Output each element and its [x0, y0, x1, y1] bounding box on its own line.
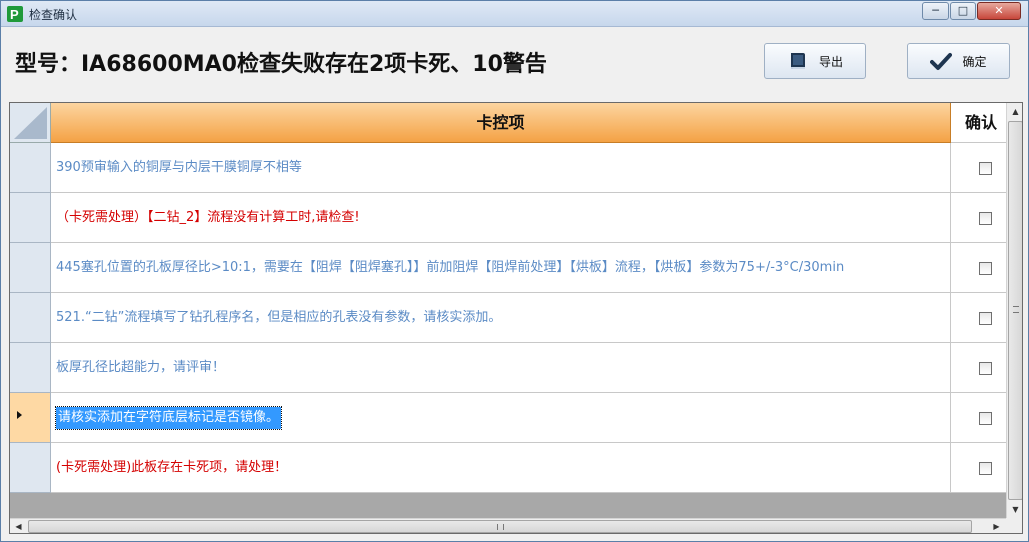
check-item-text: 请核实添加在字符底层标记是否镜像。	[54, 405, 283, 430]
scrollbar-corner	[1006, 518, 1022, 533]
confirm-cell	[951, 293, 1006, 343]
page-title: 型号：IA68600MA0检查失败存在2项卡死、10警告	[15, 52, 547, 77]
table-row[interactable]: 板厚孔径比超能力，请评审！	[10, 343, 1006, 393]
table-row[interactable]: （卡死需处理）【二钻_2】流程没有计算工时,请检查!	[10, 193, 1006, 243]
grip-icon	[1013, 306, 1019, 313]
row-header[interactable]	[10, 293, 51, 343]
check-item-cell[interactable]: 请核实添加在字符底层标记是否镜像。	[51, 393, 951, 443]
vertical-scroll-thumb[interactable]	[1008, 121, 1022, 500]
header-bar: 型号：IA68600MA0检查失败存在2项卡死、10警告 导出 确定	[2, 28, 1028, 101]
row-header[interactable]	[10, 393, 51, 443]
vertical-scrollbar[interactable]: ▲ ▼	[1006, 103, 1022, 518]
confirm-checkbox[interactable]	[979, 312, 992, 325]
table-row[interactable]: 445塞孔位置的孔板厚径比>10:1，需要在【阻焊【阻焊塞孔】】前加阻焊【阻焊前…	[10, 243, 1006, 293]
minimize-button[interactable]: ─	[922, 2, 949, 20]
column-header-item[interactable]: 卡控项	[51, 103, 951, 143]
corner-triangle-icon	[14, 107, 47, 139]
title-bar[interactable]: P 检查确认 ─ □ ✕	[1, 1, 1028, 27]
check-item-text: 390预审输入的铜厚与内层干膜铜厚不相等	[56, 159, 302, 175]
check-item-text: 板厚孔径比超能力，请评审！	[56, 359, 226, 375]
check-item-cell[interactable]: 445塞孔位置的孔板厚径比>10:1，需要在【阻焊【阻焊塞孔】】前加阻焊【阻焊前…	[51, 243, 951, 293]
table-row[interactable]: 390预审输入的铜厚与内层干膜铜厚不相等	[10, 143, 1006, 193]
row-header[interactable]	[10, 143, 51, 193]
scroll-right-icon[interactable]: ▶	[988, 519, 1005, 533]
maximize-button[interactable]: □	[950, 2, 976, 20]
current-row-arrow-icon	[17, 411, 22, 419]
confirm-button[interactable]: 确定	[907, 43, 1010, 79]
svg-text:P: P	[10, 7, 19, 22]
inspection-confirm-window: P 检查确认 ─ □ ✕ 型号：IA68600MA0检查失败存在2项卡死、10警…	[0, 0, 1029, 542]
horizontal-scrollbar[interactable]: ◀ ▶	[10, 518, 1006, 533]
row-header[interactable]	[10, 343, 51, 393]
confirm-cell	[951, 443, 1006, 493]
grip-icon	[497, 524, 504, 530]
confirm-cell	[951, 143, 1006, 193]
close-icon: ✕	[994, 4, 1004, 17]
check-item-text: （卡死需处理）【二钻_2】流程没有计算工时,请检查!	[56, 209, 360, 225]
check-item-cell[interactable]: 板厚孔径比超能力，请评审！	[51, 343, 951, 393]
row-header[interactable]	[10, 243, 51, 293]
row-header[interactable]	[10, 193, 51, 243]
confirm-checkbox[interactable]	[979, 262, 992, 275]
checkmark-icon	[930, 53, 953, 70]
scroll-up-icon[interactable]: ▲	[1008, 103, 1022, 120]
table-row[interactable]: (卡死需处理)此板存在卡死项，请处理！	[10, 443, 1006, 493]
confirm-checkbox[interactable]	[979, 212, 992, 225]
scroll-down-icon[interactable]: ▼	[1008, 501, 1022, 518]
confirm-label: 确定	[962, 54, 987, 69]
confirm-cell	[951, 343, 1006, 393]
table-row[interactable]: 请核实添加在字符底层标记是否镜像。	[10, 393, 1006, 443]
scroll-left-icon[interactable]: ◀	[10, 519, 27, 533]
horizontal-scroll-thumb[interactable]	[28, 520, 972, 533]
confirm-cell	[951, 393, 1006, 443]
confirm-cell	[951, 193, 1006, 243]
confirm-cell	[951, 243, 1006, 293]
check-item-text: 445塞孔位置的孔板厚径比>10:1，需要在【阻焊【阻焊塞孔】】前加阻焊【阻焊前…	[56, 259, 845, 275]
app-icon: P	[7, 6, 23, 22]
table-row[interactable]: 521.“二钻”流程填写了钻孔程序名，但是相应的孔表没有参数，请核实添加。	[10, 293, 1006, 343]
book-icon	[790, 53, 805, 69]
export-button[interactable]: 导出	[764, 43, 866, 79]
check-item-text: (卡死需处理)此板存在卡死项，请处理！	[56, 459, 288, 475]
check-items-grid: 卡控项 确认 390预审输入的铜厚与内层干膜铜厚不相等 （卡死需处理）【二钻_2】…	[9, 102, 1023, 534]
check-item-cell[interactable]: (卡死需处理)此板存在卡死项，请处理！	[51, 443, 951, 493]
check-item-cell[interactable]: 521.“二钻”流程填写了钻孔程序名，但是相应的孔表没有参数，请核实添加。	[51, 293, 951, 343]
maximize-icon: □	[957, 4, 969, 17]
check-item-cell[interactable]: （卡死需处理）【二钻_2】流程没有计算工时,请检查!	[51, 193, 951, 243]
row-header[interactable]	[10, 443, 51, 493]
window-title: 检查确认	[29, 8, 78, 22]
check-item-text: 521.“二钻”流程填写了钻孔程序名，但是相应的孔表没有参数，请核实添加。	[56, 309, 502, 325]
confirm-checkbox[interactable]	[979, 412, 992, 425]
select-all-corner[interactable]	[10, 103, 51, 143]
close-button[interactable]: ✕	[977, 2, 1021, 20]
column-header-confirm[interactable]: 确认	[951, 103, 1006, 143]
check-item-cell[interactable]: 390预审输入的铜厚与内层干膜铜厚不相等	[51, 143, 951, 193]
confirm-checkbox[interactable]	[979, 462, 992, 475]
export-label: 导出	[818, 54, 843, 69]
confirm-checkbox[interactable]	[979, 162, 992, 175]
confirm-checkbox[interactable]	[979, 362, 992, 375]
minimize-icon: ─	[932, 4, 939, 17]
